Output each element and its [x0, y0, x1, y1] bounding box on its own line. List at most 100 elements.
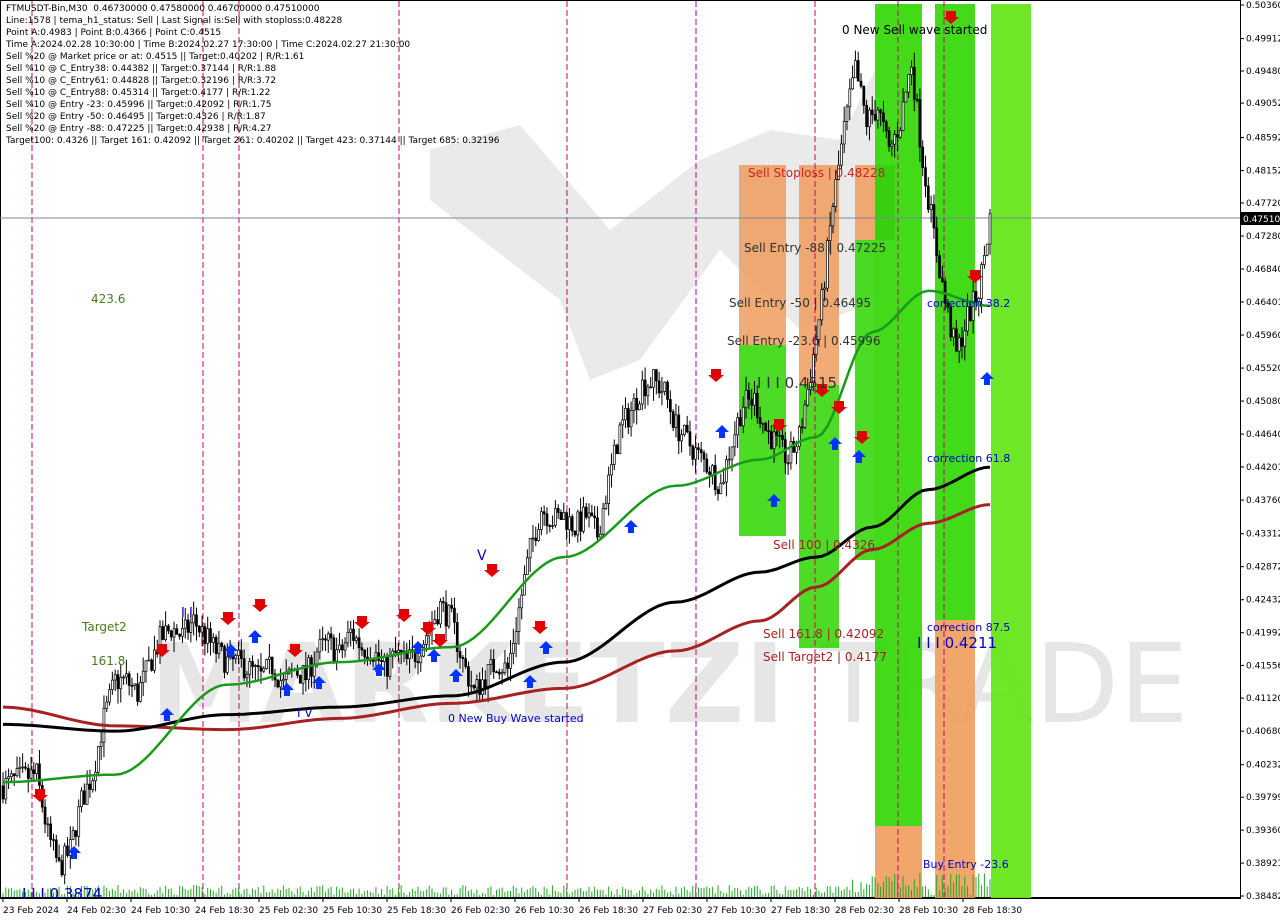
- candle-body: [739, 417, 742, 427]
- candle-body: [349, 628, 353, 633]
- candle-body: [865, 104, 868, 128]
- candle-body: [96, 746, 100, 773]
- candle-body: [632, 397, 636, 411]
- candle-body: [904, 91, 908, 103]
- candle-body: [419, 655, 423, 664]
- candle-body: [122, 676, 125, 679]
- candle-body: [111, 679, 114, 690]
- candle-body: [786, 462, 790, 465]
- candle-body: [831, 206, 835, 227]
- time-tick-label: 25 Feb 10:30: [323, 906, 382, 916]
- candle-body: [24, 766, 27, 769]
- candle-body: [88, 783, 92, 790]
- candle-body: [178, 634, 182, 637]
- price-tick-label: 0.49480: [1246, 67, 1280, 77]
- candle-body: [896, 134, 899, 138]
- candle-body: [980, 264, 983, 299]
- candle-body: [80, 790, 83, 808]
- candle-body: [840, 143, 843, 166]
- candle-body: [82, 790, 86, 805]
- price-tick-label: 0.41992: [1246, 629, 1280, 639]
- candle-body: [680, 434, 683, 442]
- candle-body: [43, 806, 47, 825]
- candle-body: [725, 459, 728, 483]
- price-tick-label: 0.47720: [1246, 199, 1280, 209]
- candle-body: [907, 74, 911, 93]
- candle-body: [652, 369, 655, 388]
- candle-body: [298, 674, 302, 684]
- candle-body: [175, 628, 179, 635]
- candle-body: [747, 389, 751, 400]
- candle-body: [282, 679, 285, 682]
- candle-body: [716, 489, 720, 495]
- time-tick-label: 24 Feb 10:30: [131, 906, 190, 916]
- candle-body: [683, 424, 686, 435]
- candle-body: [475, 679, 479, 689]
- info-line: FTMUSDT-Bin,M30 0.46730000 0.47580000 0.…: [6, 4, 320, 14]
- candle-body: [119, 677, 123, 690]
- candle-body: [113, 674, 117, 681]
- candle-body: [856, 60, 860, 82]
- candle-body: [270, 656, 274, 675]
- candle-body: [74, 830, 78, 837]
- candle-body: [713, 465, 717, 490]
- candle-body: [380, 660, 383, 663]
- info-line: Sell %10 @ C_Entry61: 0.44828 || Target:…: [6, 76, 277, 86]
- candle-body: [584, 506, 588, 518]
- candle-body: [225, 656, 229, 673]
- price-tick-label: 0.41556: [1246, 661, 1280, 671]
- candle-body: [458, 651, 462, 658]
- candle-body: [346, 632, 350, 644]
- correction-382-label: correction 38.2: [927, 297, 1010, 310]
- candle-body: [848, 88, 852, 108]
- time-tick-label: 24 Feb 18:30: [195, 906, 254, 916]
- candle-body: [46, 823, 50, 826]
- candle-body: [781, 435, 784, 440]
- time-axis[interactable]: 23 Feb 2024 24 Feb 02:30 24 Feb 10:30 24 Fe…: [0, 898, 1241, 916]
- candle-body: [711, 465, 714, 475]
- candle-body: [926, 185, 930, 210]
- candle-body: [133, 683, 137, 686]
- candle-body: [668, 399, 672, 413]
- candle-body: [792, 441, 796, 453]
- price-axis[interactable]: 0.50360 0.49912 0.49480 0.49052 0.48592 0.481…: [1240, 0, 1280, 902]
- candle-body: [654, 369, 658, 382]
- candle-body: [91, 780, 95, 790]
- buy-stop-zone-2: [935, 620, 975, 898]
- candle-body: [394, 650, 397, 653]
- candle-body: [262, 668, 266, 672]
- price-tick-label: 0.39360: [1246, 826, 1280, 836]
- candle-body: [635, 397, 639, 411]
- candle-body: [537, 529, 540, 541]
- candle-body: [741, 406, 745, 427]
- candle-body: [144, 660, 148, 672]
- candle-body: [189, 622, 193, 633]
- candle-body: [983, 254, 986, 265]
- candle-body: [116, 674, 120, 690]
- new-sell-wave-label: 0 New Sell wave started: [842, 23, 987, 37]
- candle-body: [66, 845, 69, 856]
- candle-body: [254, 665, 257, 667]
- price-tick-label: 0.42432: [1246, 596, 1280, 606]
- price-tick-label: 0.45960: [1246, 331, 1280, 341]
- candle-body: [528, 538, 532, 559]
- candle-body: [441, 601, 445, 604]
- candle-body: [29, 769, 33, 779]
- candle-body: [164, 625, 167, 640]
- candle-body: [697, 447, 700, 450]
- candle-body: [607, 474, 611, 504]
- info-line: Sell %20 @ Entry -88: 0.47225 || Target:…: [6, 124, 272, 134]
- candle-body: [284, 673, 288, 680]
- candle-body: [12, 773, 16, 777]
- candle-body: [307, 657, 310, 681]
- candle-body: [559, 512, 563, 521]
- sell-entry-zone-3: [855, 240, 875, 560]
- candle-body: [621, 419, 625, 426]
- candle-body: [453, 607, 456, 623]
- candle-body: [54, 839, 58, 859]
- candle-body: [525, 557, 529, 575]
- time-tick-label: 25 Feb 18:30: [387, 906, 446, 916]
- candle-body: [335, 649, 339, 662]
- candle-body: [612, 444, 616, 465]
- candle-body: [256, 665, 260, 668]
